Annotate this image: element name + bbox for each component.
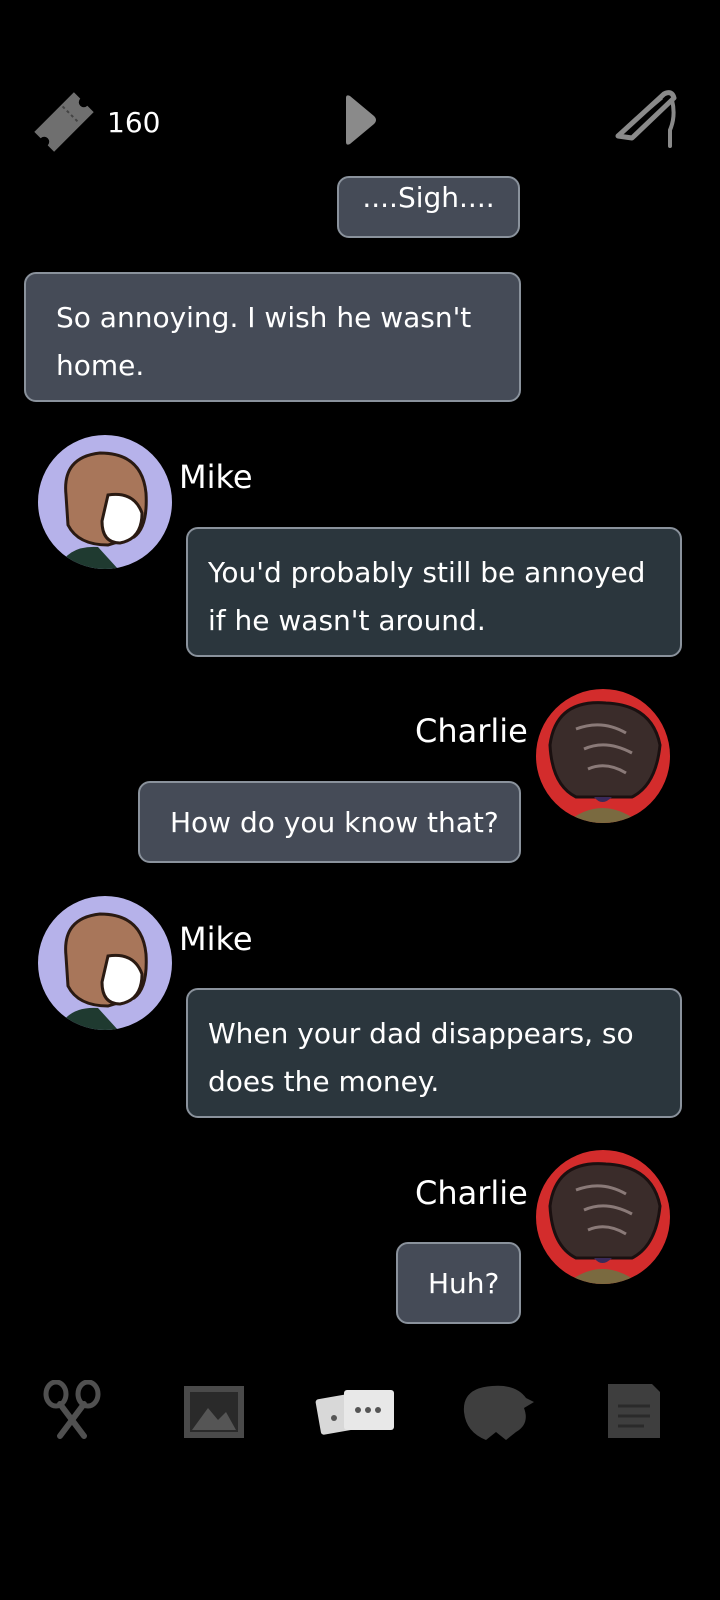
mike-avatar[interactable]: [38, 896, 172, 1030]
message-bubble-self: So annoying. I wish he wasn't home.: [24, 272, 521, 402]
quill-pen-icon[interactable]: [612, 86, 684, 154]
charlie-avatar[interactable]: [536, 1150, 670, 1284]
message-bubble-self: Huh?: [396, 1242, 521, 1324]
charlie-avatar[interactable]: [536, 689, 670, 823]
chat-icon[interactable]: [314, 1382, 398, 1442]
message-bubble-other: You'd probably still be annoyed if he wa…: [186, 527, 682, 657]
message-bubble-other: When your dad disappears, so does the mo…: [186, 988, 682, 1118]
speaker-name: Charlie: [415, 712, 528, 750]
notes-icon[interactable]: [604, 1380, 664, 1442]
mike-avatar[interactable]: [38, 435, 172, 569]
scissors-icon[interactable]: [40, 1379, 104, 1444]
message-bubble-self: How do you know that?: [138, 781, 521, 863]
play-icon[interactable]: [340, 92, 380, 148]
photos-icon[interactable]: [180, 1378, 250, 1442]
speaker-name: Mike: [179, 920, 253, 958]
ticket-icon[interactable]: [26, 84, 102, 160]
speaker-name: Mike: [179, 458, 253, 496]
ticket-count: 160: [107, 106, 161, 139]
character-icon[interactable]: [456, 1378, 536, 1442]
message-bubble-partial: ....Sigh....: [337, 176, 520, 238]
speaker-name: Charlie: [415, 1174, 528, 1212]
